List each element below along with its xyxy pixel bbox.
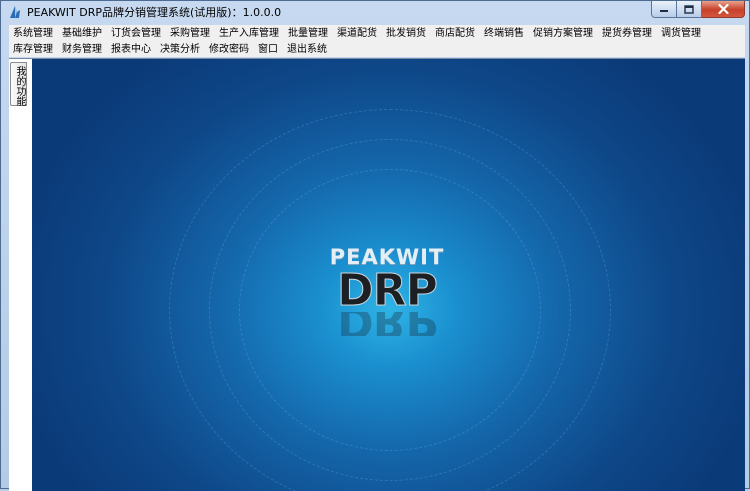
mdi-client-area: 我的功能 PEAKWIT DRP DRP — [9, 58, 745, 491]
maximize-button[interactable] — [677, 1, 702, 18]
close-icon — [717, 4, 729, 14]
logo-wordmark-main: DRP — [337, 265, 439, 316]
sidebar-tab-label: 我的功能 — [14, 66, 25, 106]
close-button[interactable] — [702, 1, 745, 18]
menu-item-finance[interactable]: 财务管理 — [58, 42, 107, 57]
menu-item-transfer[interactable]: 调货管理 — [657, 26, 706, 41]
title-bar[interactable]: PEAKWIT DRP品牌分销管理系统(试用版)：1.0.0.0 — [1, 1, 749, 23]
minimize-button[interactable] — [651, 1, 677, 18]
app-window: PEAKWIT DRP品牌分销管理系统(试用版)：1.0.0.0 系统管理 基础… — [0, 0, 750, 491]
menu-item-basic-maintenance[interactable]: 基础维护 — [58, 26, 107, 41]
menu-item-system[interactable]: 系统管理 — [9, 26, 58, 41]
minimize-icon — [660, 10, 668, 12]
menu-item-voucher[interactable]: 提货券管理 — [598, 26, 657, 41]
logo-reflection: DRP — [312, 312, 462, 336]
menu-item-order-fair[interactable]: 订货会管理 — [107, 26, 166, 41]
menu-item-store-distribution[interactable]: 商店配货 — [431, 26, 480, 41]
menu-item-batch[interactable]: 批量管理 — [284, 26, 333, 41]
menu-item-wholesale[interactable]: 批发销货 — [382, 26, 431, 41]
menu-item-exit[interactable]: 退出系统 — [283, 42, 332, 57]
menu-item-promotion[interactable]: 促销方案管理 — [529, 26, 598, 41]
menu-row-2: 库存管理 财务管理 报表中心 决策分析 修改密码 窗口 退出系统 — [9, 41, 745, 57]
window-title: PEAKWIT DRP品牌分销管理系统(试用版)：1.0.0.0 — [27, 6, 282, 19]
menu-item-retail-sales[interactable]: 终端销售 — [480, 26, 529, 41]
menu-item-channel-distribution[interactable]: 渠道配货 — [333, 26, 382, 41]
splash-background: PEAKWIT DRP DRP — [32, 59, 745, 491]
maximize-icon — [684, 4, 694, 14]
menu-item-decision-analysis[interactable]: 决策分析 — [156, 42, 205, 57]
menu-item-reports[interactable]: 报表中心 — [107, 42, 156, 57]
menu-item-inventory[interactable]: 库存管理 — [9, 42, 58, 57]
menu-item-purchase[interactable]: 采购管理 — [166, 26, 215, 41]
product-logo: PEAKWIT DRP DRP — [312, 244, 462, 354]
sidebar-tab-my-functions[interactable]: 我的功能 — [10, 62, 27, 106]
window-controls — [651, 1, 745, 18]
app-logo-icon — [10, 6, 20, 18]
menu-bar: 系统管理 基础维护 订货会管理 采购管理 生产入库管理 批量管理 渠道配货 批发… — [9, 25, 745, 57]
menu-item-window[interactable]: 窗口 — [254, 42, 283, 57]
menu-row-1: 系统管理 基础维护 订货会管理 采购管理 生产入库管理 批量管理 渠道配货 批发… — [9, 25, 745, 41]
menu-item-change-password[interactable]: 修改密码 — [205, 42, 254, 57]
menu-item-production-inbound[interactable]: 生产入库管理 — [215, 26, 284, 41]
